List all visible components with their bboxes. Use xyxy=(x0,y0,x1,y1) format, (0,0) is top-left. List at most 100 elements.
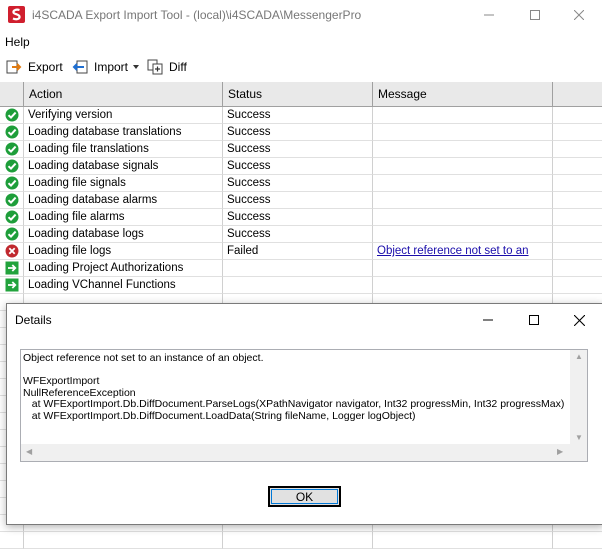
table-row[interactable]: Loading file logs Failed Object reference … xyxy=(0,243,602,260)
minimize-icon xyxy=(484,14,494,16)
import-label: Import xyxy=(94,60,129,74)
cell-status-text: Failed xyxy=(227,245,259,257)
scrollbar-corner xyxy=(570,444,587,461)
chevron-down-icon xyxy=(133,65,140,69)
cell-status xyxy=(223,532,373,549)
dialog-close-button[interactable] xyxy=(556,304,602,336)
cell-status-text: Success xyxy=(227,126,271,138)
cell-action xyxy=(24,532,223,549)
cell-status: Success xyxy=(223,175,373,192)
cell-status-text: Success xyxy=(227,194,271,206)
cell-filler xyxy=(553,192,602,209)
details-textbox[interactable]: Object reference not set to an instance … xyxy=(20,349,588,462)
table-row[interactable]: Loading file signals Success xyxy=(0,175,602,192)
table-row[interactable]: Loading file alarms Success xyxy=(0,209,602,226)
close-icon xyxy=(573,314,585,326)
cell-status-text: Success xyxy=(227,177,271,189)
diff-button[interactable]: Diff xyxy=(147,57,187,77)
table-row[interactable]: Loading database translations Success xyxy=(0,124,602,141)
cell-action: Verifying version xyxy=(24,107,223,124)
grid-header: Action Status Message xyxy=(0,82,602,107)
cell-status: Success xyxy=(223,107,373,124)
close-icon xyxy=(574,10,584,20)
cell-message xyxy=(373,226,553,243)
ok-label: OK xyxy=(295,489,314,504)
row-status-icon-cell xyxy=(0,192,24,209)
cell-filler xyxy=(553,124,602,141)
table-row[interactable]: Verifying version Success xyxy=(0,107,602,124)
table-row[interactable]: Loading database logs Success xyxy=(0,226,602,243)
dialog-title: Details xyxy=(15,313,52,327)
row-status-icon-cell xyxy=(0,175,24,192)
export-button[interactable]: Export xyxy=(6,57,63,77)
table-row xyxy=(0,532,602,549)
cell-status-text: Success xyxy=(227,109,271,121)
in-progress-arrow-icon xyxy=(5,278,18,292)
cell-status-text: Success xyxy=(227,211,271,223)
table-row[interactable]: Loading database signals Success xyxy=(0,158,602,175)
success-check-icon xyxy=(5,142,18,156)
cell-message xyxy=(373,209,553,226)
column-header-filler xyxy=(553,82,602,106)
cell-action-text: Loading file logs xyxy=(28,245,112,257)
cell-status: Success xyxy=(223,141,373,158)
cell-filler xyxy=(553,175,602,192)
cell-action: Loading database alarms xyxy=(24,192,223,209)
table-row[interactable]: Loading file translations Success xyxy=(0,141,602,158)
maximize-button[interactable] xyxy=(512,0,558,30)
dialog-maximize-button[interactable] xyxy=(511,304,557,336)
details-text: Object reference not set to an instance … xyxy=(23,353,565,422)
column-header-action[interactable]: Action xyxy=(24,82,223,106)
menu-help[interactable]: Help xyxy=(5,35,30,49)
table-row[interactable]: Loading Project Authorizations xyxy=(0,260,602,277)
row-status-icon-cell xyxy=(0,124,24,141)
cell-filler xyxy=(553,107,602,124)
menu-bar: Help xyxy=(0,32,602,52)
cell-status-text: Success xyxy=(227,228,271,240)
ok-button[interactable]: OK xyxy=(268,486,341,507)
cell-message xyxy=(373,124,553,141)
cell-action-text: Loading database logs xyxy=(28,228,144,240)
close-button[interactable] xyxy=(556,0,602,30)
cell-action-text: Loading file translations xyxy=(28,143,149,155)
row-status-icon-cell xyxy=(0,277,24,294)
success-check-icon xyxy=(5,108,18,122)
minimize-button[interactable] xyxy=(466,0,512,30)
cell-action: Loading VChannel Functions xyxy=(24,277,223,294)
cell-message xyxy=(373,532,553,549)
cell-status: Success xyxy=(223,209,373,226)
scroll-left-icon[interactable]: ◀ xyxy=(26,448,32,456)
header-icon-cell xyxy=(0,82,24,106)
diff-icon xyxy=(147,59,163,75)
cell-status: Success xyxy=(223,124,373,141)
table-row[interactable]: Loading database alarms Success xyxy=(0,192,602,209)
dialog-minimize-button[interactable] xyxy=(465,304,511,336)
cell-message xyxy=(373,107,553,124)
column-header-status[interactable]: Status xyxy=(223,82,373,106)
maximize-icon xyxy=(530,10,540,20)
scroll-up-icon[interactable]: ▲ xyxy=(575,353,583,361)
scroll-right-icon[interactable]: ▶ xyxy=(557,448,563,456)
row-status-icon-cell xyxy=(0,226,24,243)
error-message-link[interactable]: Object reference not set to an xyxy=(377,245,529,257)
table-row[interactable]: Loading VChannel Functions xyxy=(0,277,602,294)
row-status-icon-cell xyxy=(0,209,24,226)
cell-action: Loading file alarms xyxy=(24,209,223,226)
column-header-message[interactable]: Message xyxy=(373,82,553,106)
success-check-icon xyxy=(5,210,18,224)
cell-filler xyxy=(553,158,602,175)
in-progress-arrow-icon xyxy=(5,261,18,275)
failed-x-icon xyxy=(5,244,18,258)
cell-action-text: Loading database translations xyxy=(28,126,182,138)
import-button[interactable]: Import xyxy=(72,57,140,77)
cell-action: Loading database signals xyxy=(24,158,223,175)
vertical-scrollbar[interactable]: ▲ ▼ xyxy=(570,350,587,445)
horizontal-scrollbar[interactable]: ◀ ▶ xyxy=(21,444,570,461)
cell-filler xyxy=(553,243,602,260)
row-status-icon-cell xyxy=(0,107,24,124)
cell-action: Loading file logs xyxy=(24,243,223,260)
scroll-down-icon[interactable]: ▼ xyxy=(575,434,583,442)
maximize-icon xyxy=(529,315,539,325)
cell-status: Success xyxy=(223,158,373,175)
cell-action: Loading Project Authorizations xyxy=(24,260,223,277)
